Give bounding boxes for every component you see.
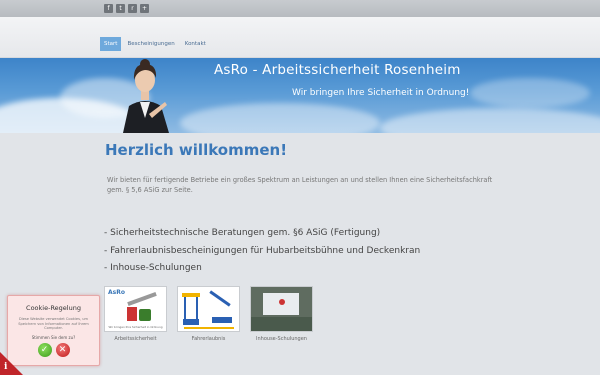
businesswoman-image <box>123 59 169 133</box>
nav-item-start[interactable]: Start <box>100 37 122 51</box>
cookie-title: Cookie-Regelung <box>26 304 81 312</box>
gallery-caption: Inhouse-Schulungen <box>256 336 307 342</box>
gallery-thumbnail[interactable]: AsRo Wir bringen Ihre Sicherheit in Ordn… <box>104 286 167 332</box>
gallery-item-arbeitssicherheit[interactable]: AsRo Wir bringen Ihre Sicherheit in Ordn… <box>104 286 167 342</box>
intro-text: Wir bieten für fertigende Betriebe ein g… <box>107 176 493 194</box>
gallery-item-inhouse-schulungen[interactable]: Inhouse-Schulungen <box>250 286 313 342</box>
share-icon[interactable]: + <box>140 4 149 13</box>
rss-icon[interactable]: r <box>128 4 137 13</box>
list-item: - Fahrerlaubnisbescheinigungen für Hubar… <box>104 245 421 256</box>
nav-item-kontakt[interactable]: Kontakt <box>181 37 210 51</box>
cross-icon[interactable]: ✕ <box>55 342 70 357</box>
page-title: Herzlich willkommen! <box>105 141 288 159</box>
twitter-icon[interactable]: t <box>116 4 125 13</box>
list-item: - Inhouse-Schulungen <box>104 263 202 273</box>
list-item: - Sicherheitstechnische Beratungen gem. … <box>104 228 381 238</box>
top-bar: f t r + <box>0 0 600 17</box>
thumb-logo-text: AsRo <box>108 289 125 296</box>
thumb-slogan: Wir bringen Ihre Sicherheit in Ordnung <box>108 325 163 329</box>
info-icon[interactable]: i <box>4 362 7 372</box>
nav-item-bescheinigungen[interactable]: Bescheinigungen <box>123 37 178 51</box>
gallery-caption: Fahrerlaubnis <box>191 336 226 342</box>
header-banner: AsRo - Arbeitssicherheit Rosenheim Wir b… <box>0 58 600 133</box>
banner-subtitle: Wir bringen Ihre Sicherheit in Ordnung! <box>292 88 470 98</box>
banner-title: AsRo - Arbeitssicherheit Rosenheim <box>214 62 461 78</box>
gallery-caption: Arbeitssicherheit <box>114 336 157 342</box>
cookie-question: Stimmen Sie dem zu? <box>31 334 76 340</box>
main-navigation: Start Bescheinigungen Kontakt <box>100 37 210 51</box>
image-gallery: AsRo Wir bringen Ihre Sicherheit in Ordn… <box>104 286 313 342</box>
facebook-icon[interactable]: f <box>104 4 113 13</box>
services-list: - Sicherheitstechnische Beratungen gem. … <box>104 225 420 278</box>
gallery-thumbnail[interactable] <box>177 286 240 332</box>
cookie-text: Diese Website verwendet Cookies, um Spei… <box>18 317 89 331</box>
gallery-thumbnail[interactable] <box>250 286 313 332</box>
site-header <box>0 17 600 58</box>
gallery-item-fahrerlaubnis[interactable]: Fahrerlaubnis <box>177 286 240 342</box>
check-icon[interactable]: ✓ <box>37 342 52 357</box>
